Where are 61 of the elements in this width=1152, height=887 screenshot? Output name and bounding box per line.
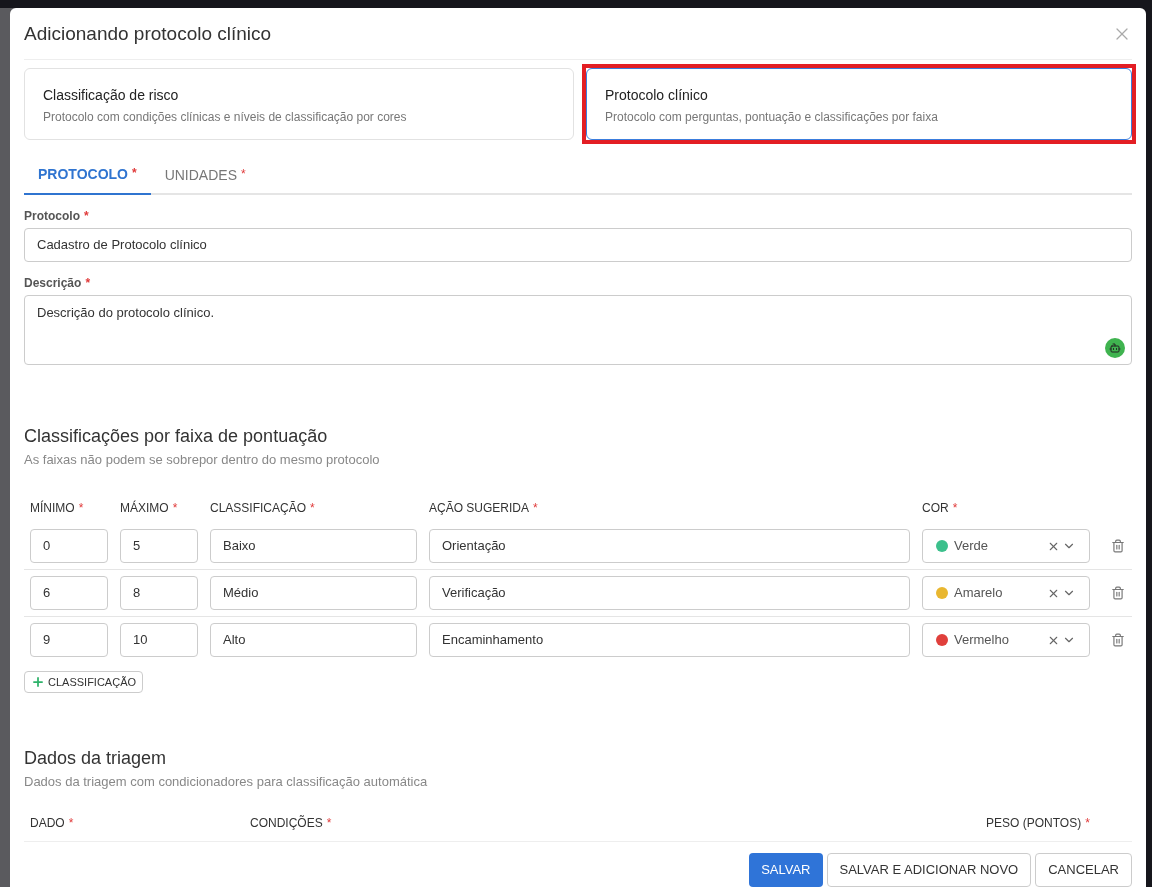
field-label: Descrição <box>24 275 82 290</box>
card-description: Protocolo com perguntas, pontuação e classificações por faixa <box>605 108 939 126</box>
card-title: Classificação de risco <box>43 85 180 105</box>
description-field[interactable]: Descrição do protocolo clínico. <box>24 294 1132 365</box>
trash-icon[interactable] <box>1111 539 1125 553</box>
required-mark: * <box>1085 815 1090 830</box>
input-field[interactable]: 9 <box>30 623 108 657</box>
dialog-button[interactable]: CANCELAR <box>1035 853 1132 887</box>
required-mark: * <box>952 501 958 515</box>
dialog-title: Adicionando protocolo clínico <box>24 22 272 46</box>
input-field[interactable]: Orientação <box>429 529 910 563</box>
plus-icon <box>31 675 45 689</box>
column-header: AÇÃO SUGERIDA <box>429 501 530 515</box>
column-header: MÍNIMO <box>30 501 75 515</box>
required-mark: * <box>241 166 246 181</box>
dialog-button[interactable]: SALVAR E ADICIONAR NOVO <box>826 853 1032 887</box>
field-label: Protocolo <box>24 208 80 223</box>
column-header: CONDIÇÕES <box>250 815 323 830</box>
input-field[interactable]: 6 <box>30 576 108 610</box>
input-field[interactable]: Verificação <box>429 576 910 610</box>
required-mark: * <box>78 501 84 515</box>
section-subtitle: Dados da triagem com condicionadores para classificação automática <box>24 773 429 791</box>
add-classification-button[interactable]: CLASSIFICAÇÃO <box>24 671 144 693</box>
input-field[interactable]: 10 <box>120 623 198 657</box>
input-field[interactable]: Alto <box>210 623 417 657</box>
required-mark: * <box>85 275 91 290</box>
section-subtitle: As faixas não podem se sobrepor dentro do mesmo protocolo <box>24 450 381 469</box>
color-select[interactable]: Verde <box>922 529 1090 563</box>
protocol-type-card[interactable]: Classificação de risco Protocolo com condições clínicas e níveis de classificação por cores <box>24 67 574 140</box>
column-header: COR <box>922 501 949 515</box>
card-description: Protocolo com condições clínicas e níveis de classificação por cores <box>43 108 408 126</box>
save-button[interactable]: SALVAR <box>749 853 823 887</box>
input-field[interactable]: 5 <box>120 529 198 563</box>
column-header: CLASSIFICAÇÃO <box>210 501 307 515</box>
input-field[interactable]: 0 <box>30 529 108 563</box>
card-title: Protocolo clínico <box>605 85 709 105</box>
required-mark: * <box>84 208 89 223</box>
input-field[interactable]: Encaminhamento <box>429 623 910 657</box>
required-mark: * <box>310 501 315 515</box>
required-mark: * <box>131 165 137 180</box>
required-mark: * <box>172 501 178 515</box>
protocol-type-card[interactable]: Protocolo clínico Protocolo com perguntas, pontuação e classificações por faixa <box>586 67 1132 140</box>
robot-icon[interactable] <box>1105 337 1125 358</box>
required-mark: * <box>326 815 332 830</box>
color-select[interactable]: Vermelho <box>922 623 1090 657</box>
section-title: Dados da triagem <box>24 747 168 770</box>
section-title: Classificações por faixa de pontuação <box>24 424 329 448</box>
column-header: MÁXIMO <box>120 501 169 515</box>
input-field[interactable]: 8 <box>120 576 198 610</box>
required-mark: * <box>533 501 538 515</box>
input-field[interactable]: Baixo <box>210 529 417 563</box>
trash-icon[interactable] <box>1111 586 1125 600</box>
column-header: PESO (PONTOS) <box>986 815 1082 830</box>
tab[interactable]: PROTOCOLO * <box>24 163 151 195</box>
trash-icon[interactable] <box>1111 633 1125 647</box>
protocol-field[interactable]: Cadastro de Protocolo clínico <box>24 227 1132 262</box>
input-field[interactable]: Médio <box>210 576 417 610</box>
required-mark: * <box>68 815 74 830</box>
tab[interactable]: UNIDADES * <box>150 163 260 195</box>
color-select[interactable]: Amarelo <box>922 576 1090 610</box>
column-header: DADO <box>30 815 65 830</box>
